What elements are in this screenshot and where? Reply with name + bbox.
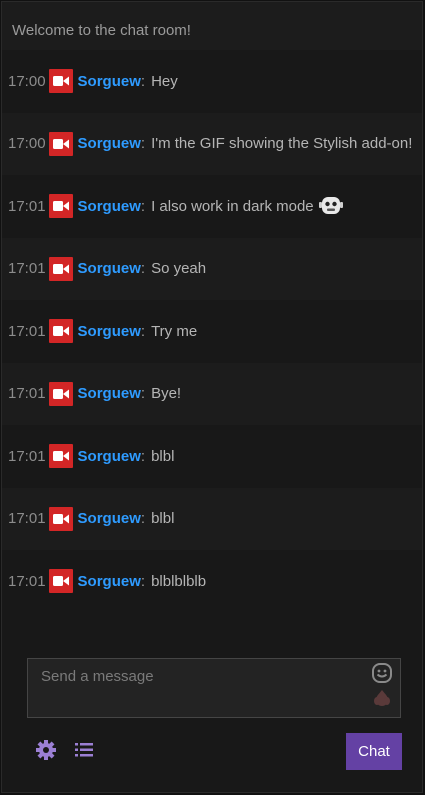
message-time: 17:01 — [8, 510, 46, 528]
message-time: 17:01 — [8, 447, 46, 465]
camera-icon — [48, 194, 73, 219]
list-icon[interactable] — [75, 743, 93, 762]
message-time: 17:00 — [8, 135, 46, 153]
username[interactable]: Sorguew — [78, 73, 141, 90]
chat-message: 17:01 Sorguew : blblblblb — [2, 550, 422, 613]
message-text: Bye! — [151, 385, 182, 403]
username[interactable]: Sorguew — [78, 198, 141, 215]
camera-icon — [48, 256, 73, 281]
camera-icon — [48, 506, 73, 531]
username[interactable]: Sorguew — [78, 573, 141, 590]
message-time: 17:01 — [8, 385, 46, 403]
chat-message: 17:01 Sorguew : blbl — [2, 425, 422, 488]
message-time: 17:01 — [8, 572, 46, 590]
chat-message: 17:01 Sorguew : Bye! — [2, 362, 422, 425]
message-list: 17:00 Sorguew : Hey 17:00 Sorguew : I'm … — [2, 50, 422, 613]
message-input-box[interactable] — [27, 658, 401, 718]
separator: : — [140, 385, 146, 403]
camera-icon — [48, 569, 73, 594]
username[interactable]: Sorguew — [78, 385, 141, 402]
chat-message: 17:01 Sorguew : I also work in dark mode — [2, 175, 422, 238]
message-text: So yeah — [151, 260, 207, 278]
message-text: I'm the GIF showing the Stylish add-on! — [151, 135, 413, 153]
robot-emoji-icon — [318, 195, 344, 217]
chat-window: Welcome to the chat room! 17:00 Sorguew … — [1, 1, 423, 793]
camera-icon — [48, 381, 73, 406]
chat-message: 17:01 Sorguew : Try me — [2, 300, 422, 363]
message-time: 17:01 — [8, 197, 46, 215]
chat-message: 17:01 Sorguew : blbl — [2, 487, 422, 550]
message-text: I also work in dark mode — [151, 197, 314, 215]
separator: : — [140, 260, 146, 278]
bits-icon[interactable] — [372, 689, 392, 712]
message-time: 17:01 — [8, 322, 46, 340]
separator: : — [140, 510, 146, 528]
message-text: blblblblb — [151, 572, 207, 590]
separator: : — [140, 447, 146, 465]
chat-message: 17:01 Sorguew : So yeah — [2, 237, 422, 300]
gear-icon[interactable] — [36, 740, 56, 765]
separator: : — [140, 322, 146, 340]
username[interactable]: Sorguew — [78, 448, 141, 465]
message-text: Hey — [151, 72, 178, 90]
message-time: 17:01 — [8, 260, 46, 278]
chat-message: 17:00 Sorguew : Hey — [2, 50, 422, 113]
camera-icon — [48, 131, 73, 156]
message-text: blbl — [151, 447, 175, 465]
camera-icon — [48, 69, 73, 94]
message-text: Try me — [151, 322, 198, 340]
chat-message: 17:00 Sorguew : I'm the GIF showing the … — [2, 112, 422, 175]
camera-icon — [48, 319, 73, 344]
separator: : — [140, 72, 146, 90]
chat-button[interactable]: Chat — [346, 733, 402, 770]
camera-icon — [48, 444, 73, 469]
separator: : — [140, 197, 146, 215]
message-text: blbl — [151, 510, 175, 528]
welcome-message: Welcome to the chat room! — [2, 2, 422, 52]
separator: : — [140, 572, 146, 590]
username[interactable]: Sorguew — [78, 323, 141, 340]
username[interactable]: Sorguew — [78, 135, 141, 152]
message-input[interactable] — [28, 659, 400, 717]
username[interactable]: Sorguew — [78, 260, 141, 277]
message-time: 17:00 — [8, 72, 46, 90]
smiley-icon[interactable] — [372, 663, 392, 688]
separator: : — [140, 135, 146, 153]
username[interactable]: Sorguew — [78, 510, 141, 527]
